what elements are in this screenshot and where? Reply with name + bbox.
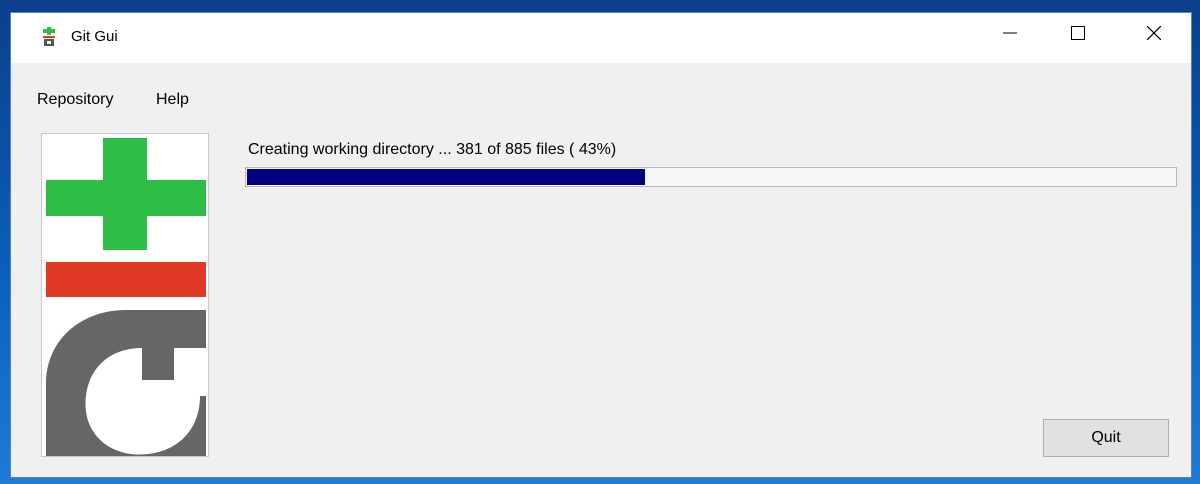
- git-gui-window: Git Gui Repository Help Creating working…: [10, 12, 1192, 478]
- quit-button[interactable]: Quit: [1043, 419, 1169, 457]
- close-button[interactable]: [1131, 13, 1177, 53]
- maximize-icon: [1071, 26, 1085, 40]
- menu-help[interactable]: Help: [156, 91, 189, 109]
- git-gui-app-icon: [43, 27, 55, 46]
- status-text: Creating working directory ... 381 of 88…: [248, 141, 617, 158]
- title-bar[interactable]: Git Gui: [11, 13, 1191, 63]
- git-logo-icon: [46, 138, 206, 456]
- maximize-button[interactable]: [1055, 13, 1101, 53]
- minimize-button[interactable]: [987, 13, 1033, 53]
- close-icon: [1147, 26, 1161, 40]
- git-logo-panel: [41, 133, 209, 457]
- progress-bar: [245, 167, 1177, 187]
- minimize-icon: [1003, 32, 1017, 34]
- progress-fill: [247, 169, 645, 185]
- menu-repository[interactable]: Repository: [37, 91, 113, 109]
- window-title: Git Gui: [71, 28, 118, 45]
